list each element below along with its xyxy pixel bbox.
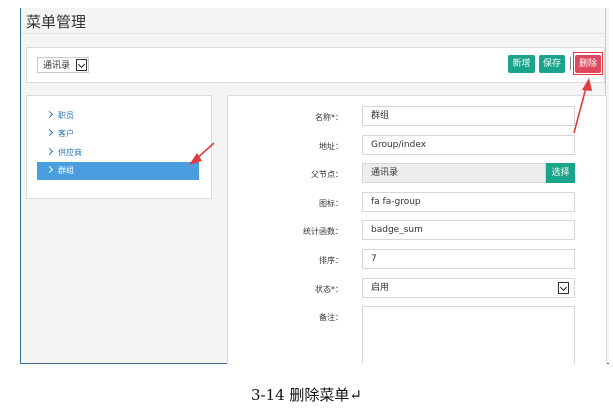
annotation-arrows <box>189 78 592 165</box>
arrow-to-delete-icon <box>573 78 592 134</box>
figure-caption: 3-14 删除菜单↵ <box>250 386 363 404</box>
arrow-to-group-icon <box>189 142 215 165</box>
